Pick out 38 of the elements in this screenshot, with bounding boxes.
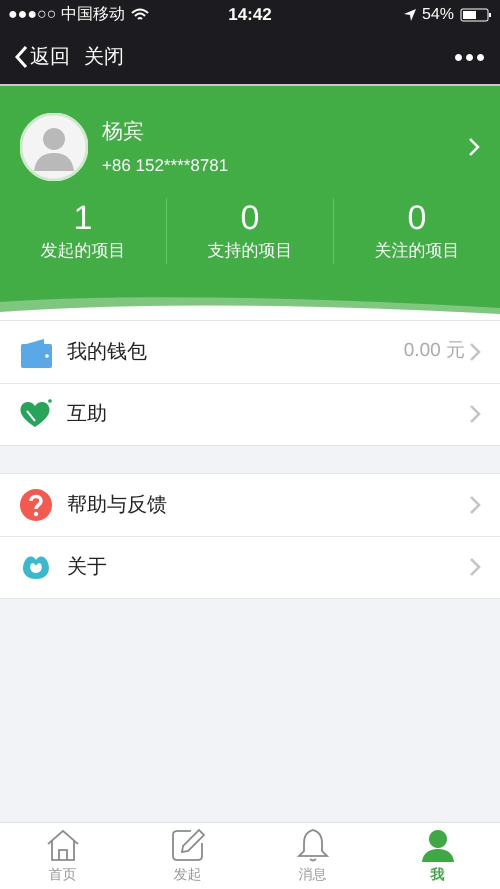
stat-label: 发起的项目 [40, 240, 126, 262]
chevron-icon [469, 404, 481, 424]
battery-text: 54% [422, 5, 454, 25]
menu-label: 互助 [67, 402, 108, 427]
home-icon [46, 828, 80, 862]
carrier-text: ●●●○○ 中国移动 [8, 4, 125, 25]
wifi-icon [130, 8, 149, 22]
help-icon [20, 488, 52, 520]
menu-label: 关于 [67, 555, 108, 580]
chevron-icon [469, 557, 481, 577]
menu-item[interactable]: 互助 [0, 382, 500, 444]
chevron-icon [468, 137, 480, 157]
location-icon [404, 9, 416, 21]
stat-value: 0 [240, 198, 260, 238]
chevron-icon [469, 494, 481, 514]
time-text: 14:42 [228, 4, 272, 26]
stat-label: 关注的项目 [374, 240, 460, 262]
battery-icon [460, 8, 492, 22]
person-icon [420, 828, 454, 862]
back-button[interactable]: 返回 [14, 42, 70, 72]
edit-icon [170, 828, 204, 862]
user-name: 杨宾 [102, 118, 145, 144]
stat-value: 1 [74, 198, 92, 238]
menu-label: 我的钱包 [67, 340, 148, 364]
close-button[interactable]: 关闭 [84, 42, 124, 72]
menu-label: 帮助与反馈 [67, 492, 168, 518]
bell-icon [296, 828, 330, 862]
menu-value: 0.00 元 [404, 339, 465, 364]
avatar [20, 113, 88, 181]
back-icon [14, 45, 28, 69]
menu-item[interactable]: 帮助与反馈 [0, 474, 500, 536]
stat-value: 0 [408, 198, 426, 238]
chevron-icon [469, 342, 481, 362]
stat-label: 支持的项目 [208, 240, 292, 262]
menu-item[interactable]: 我的钱包 0.00 元 [0, 320, 500, 382]
heart-icon [19, 399, 53, 429]
menu-item[interactable]: 关于 [0, 536, 500, 598]
phone-number: +86 152****8781 [102, 155, 230, 177]
